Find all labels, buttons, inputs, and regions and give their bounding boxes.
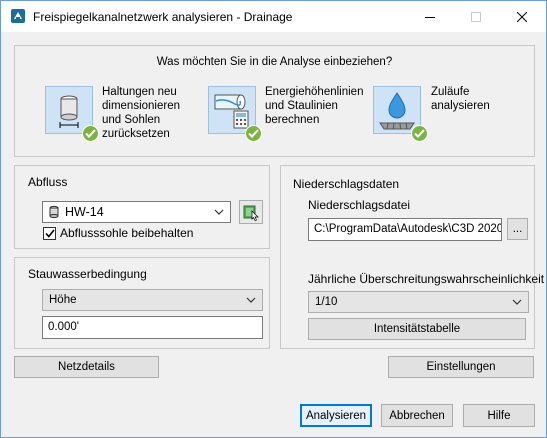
outfall-select[interactable]: HW-14 bbox=[42, 201, 231, 223]
tailwater-value: 0.000' bbox=[48, 321, 79, 333]
option-resize-pipes-label: Haltungen neu dimensionieren und Sohlen … bbox=[102, 86, 180, 140]
option-hgl-egl-label: Energiehöhenlinien und Staulinien berech… bbox=[265, 86, 364, 126]
tailwater-value-input[interactable]: 0.000' bbox=[42, 316, 263, 339]
browse-label: ... bbox=[512, 223, 523, 235]
minimize-icon bbox=[425, 16, 435, 18]
close-button[interactable] bbox=[499, 1, 545, 32]
abfluss-group: Abfluss HW-14 Abflusssohle beibehalten bbox=[14, 165, 270, 249]
close-icon bbox=[517, 11, 527, 22]
outfall-value: HW-14 bbox=[65, 205, 104, 219]
intensity-table-label: Intensitätstabelle bbox=[373, 323, 461, 335]
check-icon bbox=[245, 125, 262, 142]
pick-from-drawing-icon bbox=[243, 205, 259, 221]
check-icon bbox=[411, 125, 428, 142]
civil3d-app-icon bbox=[11, 9, 25, 23]
settings-label: Einstellungen bbox=[426, 361, 496, 373]
frequency-select[interactable]: 1/10 bbox=[308, 291, 529, 313]
option-inlets-label: Zuläufe analysieren bbox=[431, 86, 490, 112]
tailwater-title: Stauwasserbedingung bbox=[28, 267, 147, 281]
check-icon bbox=[82, 125, 99, 142]
keep-outfall-invert-label: Abflusssohle beibehalten bbox=[60, 226, 194, 240]
help-label: Hilfe bbox=[487, 409, 511, 422]
maximize-icon bbox=[471, 11, 481, 22]
rainfall-title: Niederschlagsdaten bbox=[293, 177, 400, 191]
chevron-down-icon bbox=[512, 299, 522, 305]
pick-outfall-button[interactable] bbox=[239, 200, 263, 224]
rainfall-file-path: C:\ProgramData\Autodesk\C3D 2020\d bbox=[314, 223, 502, 235]
frequency-label: Jährliche Überschreitungswahrscheinlichk… bbox=[308, 272, 545, 286]
browse-button[interactable]: ... bbox=[507, 218, 528, 240]
tailwater-group: Stauwasserbedingung Höhe 0.000' bbox=[14, 257, 270, 349]
rainfall-group: Niederschlagsdaten Niederschlagsdatei C:… bbox=[280, 165, 544, 349]
cancel-button[interactable]: Abbrechen bbox=[381, 404, 453, 427]
analyze-button[interactable]: Analysieren bbox=[300, 404, 372, 427]
checkmark-icon bbox=[44, 229, 55, 238]
minimize-button[interactable] bbox=[407, 1, 453, 32]
dialog-window: Freispiegelkanalnetzwerk analysieren - D… bbox=[0, 0, 547, 438]
help-button[interactable]: Hilfe bbox=[463, 404, 535, 427]
structure-icon bbox=[49, 205, 59, 219]
abfluss-title: Abfluss bbox=[28, 175, 68, 189]
analysis-prompt: Was möchten Sie in die Analyse einbezieh… bbox=[156, 56, 393, 68]
settings-button[interactable]: Einstellungen bbox=[388, 356, 534, 378]
cancel-label: Abbrechen bbox=[389, 409, 445, 422]
chevron-down-icon bbox=[246, 297, 256, 303]
chevron-down-icon bbox=[214, 209, 224, 215]
rainfall-file-label: Niederschlagsdatei bbox=[308, 198, 411, 212]
keep-outfall-invert-checkbox[interactable] bbox=[43, 227, 56, 240]
title-bar[interactable]: Freispiegelkanalnetzwerk analysieren - D… bbox=[1, 1, 546, 32]
network-details-button[interactable]: Netzdetails bbox=[14, 356, 159, 378]
window-title: Freispiegelkanalnetzwerk analysieren - D… bbox=[33, 10, 293, 24]
rainfall-file-input[interactable]: C:\ProgramData\Autodesk\C3D 2020\d bbox=[308, 218, 502, 241]
frequency-value: 1/10 bbox=[315, 296, 338, 308]
tailwater-type-select[interactable]: Höhe bbox=[42, 289, 263, 311]
intensity-table-button[interactable]: Intensitätstabelle bbox=[308, 318, 526, 340]
analyze-label: Analysieren bbox=[305, 409, 367, 422]
tailwater-type-value: Höhe bbox=[49, 294, 77, 306]
analysis-options-group: Was möchten Sie in die Analyse einbezieh… bbox=[14, 45, 535, 157]
maximize-button[interactable] bbox=[453, 1, 499, 32]
network-details-label: Netzdetails bbox=[58, 361, 115, 373]
